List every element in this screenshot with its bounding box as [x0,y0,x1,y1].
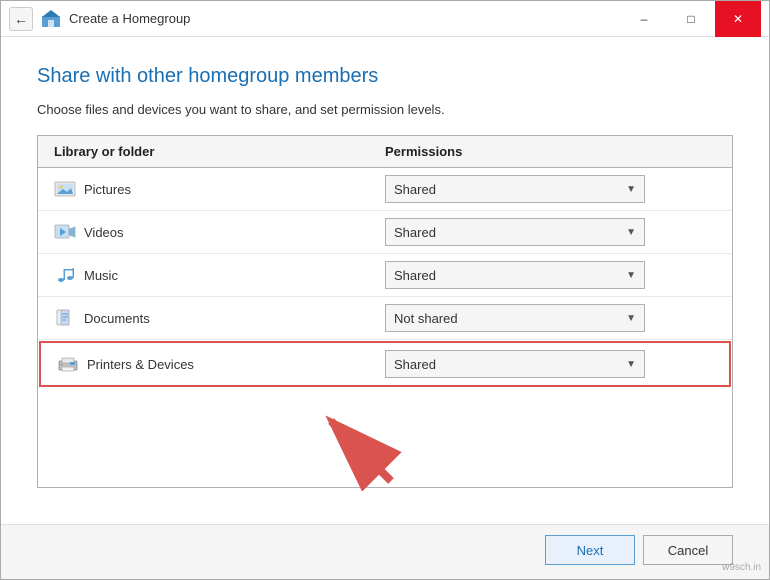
title-bar: ← Create a Homegroup – □ ✕ [1,1,769,37]
label-videos: Videos [54,223,385,241]
title-bar-left: ← Create a Homegroup [9,7,621,31]
videos-icon [54,223,76,241]
music-dropdown-arrow: ▼ [626,270,636,281]
printers-dropdown-arrow: ▼ [626,359,636,370]
table-row-documents: Documents Not shared ▼ [38,297,732,340]
cancel-button[interactable]: Cancel [643,535,733,565]
printers-label: Printers & Devices [87,357,194,372]
printers-icon [57,355,79,373]
table-row-printers: Printers & Devices Shared ▼ [39,341,731,387]
music-label: Music [84,268,118,283]
videos-dropdown-arrow: ▼ [626,227,636,238]
pictures-dropdown[interactable]: Shared ▼ [385,175,645,203]
documents-dropdown[interactable]: Not shared ▼ [385,304,645,332]
printers-permission: Shared [394,357,436,372]
main-content: Share with other homegroup members Choos… [1,37,769,524]
pictures-label: Pictures [84,182,131,197]
videos-permission: Shared [394,225,436,240]
documents-dropdown-arrow: ▼ [626,313,636,324]
homegroup-icon [41,9,61,29]
table-row-videos: Videos Shared ▼ [38,211,732,254]
music-permission: Shared [394,268,436,283]
music-icon [54,266,76,284]
col-permissions-header: Permissions [385,144,716,159]
share-table: Library or folder Permissions Pictures [37,135,733,488]
printers-dropdown[interactable]: Shared ▼ [385,350,645,378]
pictures-permission: Shared [394,182,436,197]
window: ← Create a Homegroup – □ ✕ Share with ot… [0,0,770,580]
label-music: Music [54,266,385,284]
documents-icon [54,309,76,327]
table-header: Library or folder Permissions [38,136,732,168]
documents-permission: Not shared [394,311,458,326]
label-documents: Documents [54,309,385,327]
col-library-header: Library or folder [54,144,385,159]
page-subtitle: Choose files and devices you want to sha… [37,102,733,117]
close-button[interactable]: ✕ [715,1,761,37]
page-title: Share with other homegroup members [37,65,733,88]
title-bar-controls: – □ ✕ [621,1,761,37]
pictures-dropdown-arrow: ▼ [626,184,636,195]
videos-dropdown[interactable]: Shared ▼ [385,218,645,246]
back-button[interactable]: ← [9,7,33,31]
music-dropdown[interactable]: Shared ▼ [385,261,645,289]
pictures-icon [54,180,76,198]
maximize-button[interactable]: □ [668,1,714,37]
documents-label: Documents [84,311,150,326]
bottom-bar: Next Cancel [1,524,769,579]
videos-label: Videos [84,225,124,240]
label-printers: Printers & Devices [57,355,385,373]
table-row-pictures: Pictures Shared ▼ [38,168,732,211]
table-row-music: Music Shared ▼ [38,254,732,297]
window-title: Create a Homegroup [69,11,190,26]
label-pictures: Pictures [54,180,385,198]
minimize-button[interactable]: – [621,1,667,37]
next-button[interactable]: Next [545,535,635,565]
watermark: w9sch.in [722,562,761,573]
